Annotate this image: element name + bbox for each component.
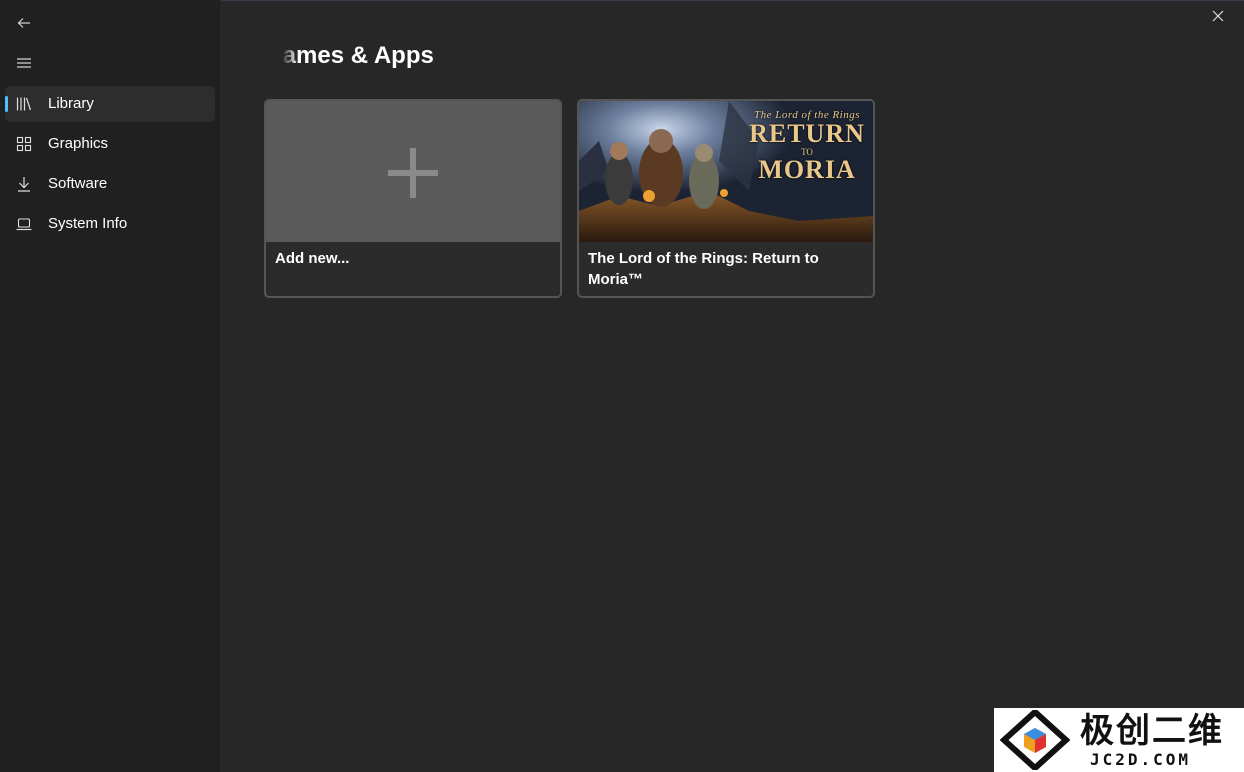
title-fade-overlay	[258, 40, 298, 74]
cover-art-title: The Lord of the Rings RETURN TO MORIA	[747, 109, 867, 183]
library-books-icon	[16, 96, 32, 112]
game-card-return-to-moria[interactable]: The Lord of the Rings RETURN TO MORIA Th…	[577, 99, 875, 298]
cover-art-line4: MORIA	[758, 155, 856, 184]
sidebar-item-software[interactable]: Software	[5, 166, 215, 202]
watermark-text: 极创二维	[1080, 711, 1224, 751]
sidebar-item-graphics[interactable]: Graphics	[5, 126, 215, 162]
sidebar: Library Graphics Software System Info	[0, 0, 221, 772]
sidebar-item-label: Software	[48, 175, 108, 192]
watermark-subtext: JC2D.COM	[1090, 750, 1192, 769]
back-button[interactable]	[6, 7, 42, 39]
close-icon	[1212, 10, 1224, 22]
menu-button[interactable]	[6, 47, 42, 79]
sidebar-item-system-info[interactable]: System Info	[5, 206, 215, 242]
arrow-left-icon	[17, 18, 30, 28]
sidebar-item-label: Graphics	[48, 135, 109, 152]
app-window: Library Graphics Software System Info Ga…	[0, 0, 1244, 772]
card-label: Add new...	[275, 250, 350, 267]
laptop-icon	[16, 216, 32, 232]
hamburger-menu-icon	[17, 58, 31, 68]
cover-art-line2: RETURN	[749, 119, 865, 148]
watermark: 极创二维 JC2D.COM	[994, 708, 1244, 772]
selection-indicator	[5, 96, 8, 112]
game-cover-art: The Lord of the Rings RETURN TO MORIA	[579, 101, 873, 242]
sidebar-item-library[interactable]: Library	[5, 86, 215, 122]
plus-icon	[388, 148, 438, 198]
grid-apps-icon	[16, 136, 32, 152]
close-button[interactable]	[1200, 4, 1236, 28]
download-icon	[16, 176, 32, 192]
add-new-thumbnail	[266, 101, 560, 242]
sidebar-item-label: System Info	[48, 215, 128, 232]
watermark-logo-icon	[1000, 710, 1070, 770]
add-new-card[interactable]: Add new...	[264, 99, 562, 298]
sidebar-item-label: Library	[48, 95, 94, 112]
card-label: The Lord of the Rings: Return to Moria™	[588, 250, 819, 288]
